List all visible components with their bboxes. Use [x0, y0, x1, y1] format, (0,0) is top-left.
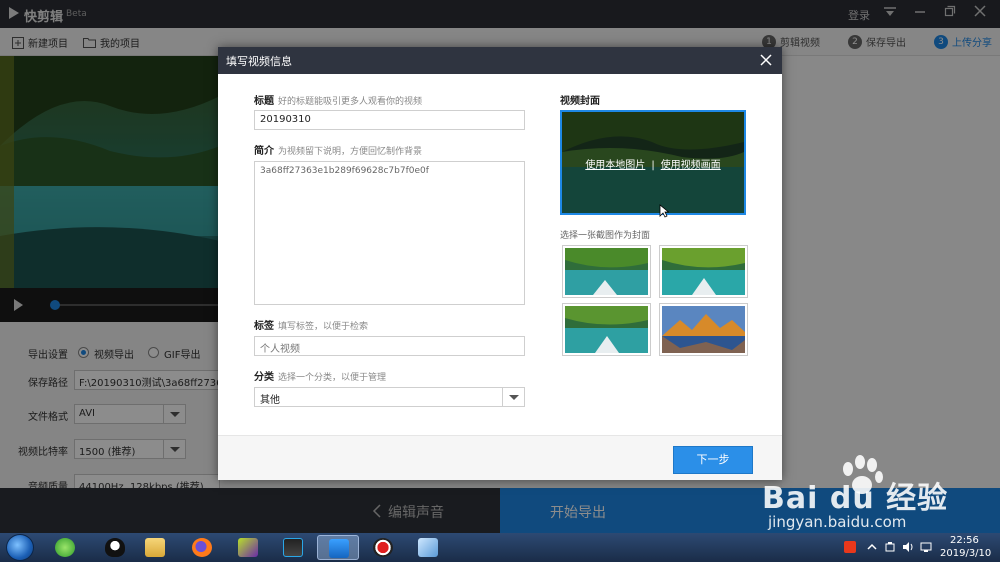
penguin-icon [105, 538, 125, 557]
taskbar-app-kuaijianji[interactable] [317, 535, 359, 560]
cover-thumbnail[interactable] [562, 303, 651, 356]
firefox-icon [192, 538, 212, 557]
volume-icon[interactable] [902, 541, 914, 553]
taskbar-app-editor[interactable] [272, 535, 314, 560]
dialog-header: 填写视频信息 [218, 47, 782, 74]
clock-time[interactable]: 22:56 [950, 535, 979, 546]
baidu-jingyan-watermark: Bai du 经验 jingyan.baidu.com [762, 455, 1000, 535]
cover-thumbnail[interactable] [562, 245, 651, 298]
record-icon [373, 538, 393, 557]
kuaijianji-icon [329, 539, 349, 558]
close-icon[interactable] [756, 50, 776, 70]
sogou-input-icon[interactable] [844, 541, 856, 553]
title-field-label: 标题 好的标题能吸引更多人观看你的视频 [254, 92, 422, 107]
dialog-title: 填写视频信息 [226, 55, 292, 68]
tags-label-text: 标签 [254, 321, 274, 332]
network-icon[interactable] [920, 541, 932, 553]
start-menu-button[interactable] [6, 534, 34, 561]
folder-icon [145, 538, 165, 557]
chevron-down-icon[interactable] [502, 388, 524, 406]
title-hint: 好的标题能吸引更多人观看你的视频 [278, 97, 423, 107]
system-tray: 22:56 2019/3/10 [840, 533, 1000, 562]
category-select[interactable]: 其他 [254, 387, 525, 407]
use-local-image-link[interactable]: 使用本地图片 [585, 160, 645, 171]
category-hint: 选择一个分类，以便于管理 [278, 373, 387, 383]
use-video-frame-link[interactable]: 使用视频画面 [661, 160, 721, 171]
category-label-text: 分类 [254, 372, 274, 383]
next-step-button[interactable]: 下一步 [673, 446, 753, 474]
video-editor-icon [283, 538, 303, 557]
link-separator: | [651, 160, 655, 171]
taskbar-app-media[interactable] [227, 535, 269, 560]
tags-hint: 填写标签，以便于检索 [278, 322, 369, 332]
globe-icon [55, 538, 75, 557]
intro-textarea[interactable]: 3a68ff27363e1b289f69628c7b7f0e0f [254, 161, 525, 305]
title-label-text: 标题 [254, 96, 274, 107]
chevron-up-icon[interactable] [866, 541, 878, 553]
intro-label-text: 简介 [254, 146, 274, 157]
taskbar-app-firefox[interactable] [181, 535, 223, 560]
taskbar-app-notes[interactable] [407, 535, 449, 560]
tags-field-label: 标签 填写标签，以便于检索 [254, 317, 368, 332]
intro-field-label: 简介 为视频留下说明，方便回忆制作背景 [254, 142, 422, 157]
taskbar-app-qq[interactable] [94, 535, 136, 560]
cover-thumbnail[interactable] [659, 245, 748, 298]
intro-hint: 为视频留下说明，方便回忆制作背景 [278, 147, 423, 157]
screenshot-hint: 选择一张截图作为封面 [560, 231, 651, 241]
media-player-icon [238, 538, 258, 557]
windows-taskbar: 22:56 2019/3/10 [0, 533, 1000, 562]
cover-label: 视频封面 [560, 96, 600, 107]
watermark-url: jingyan.baidu.com [768, 513, 907, 531]
category-value: 其他 [260, 395, 280, 406]
cover-thumbnail[interactable] [659, 303, 748, 356]
power-icon[interactable] [884, 541, 896, 553]
cover-source-links: 使用本地图片 | 使用视频画面 [562, 156, 744, 171]
dialog-footer: 下一步 [218, 435, 782, 480]
taskbar-app-recorder[interactable] [362, 535, 404, 560]
title-input[interactable]: 20190310 [254, 110, 525, 130]
taskbar-app-360[interactable] [44, 535, 86, 560]
video-info-dialog: 填写视频信息 标题 好的标题能吸引更多人观看你的视频 20190310 简介 为视频… [218, 47, 782, 480]
watermark-brand: Bai du 经验 [762, 481, 949, 516]
tags-input[interactable]: 个人视频 [254, 336, 525, 356]
clock-date[interactable]: 2019/3/10 [940, 548, 991, 559]
taskbar-app-explorer[interactable] [134, 535, 176, 560]
notes-icon [418, 538, 438, 557]
cover-preview: 使用本地图片 | 使用视频画面 [560, 110, 746, 215]
mouse-cursor-icon [659, 204, 669, 218]
category-field-label: 分类 选择一个分类，以便于管理 [254, 368, 386, 383]
